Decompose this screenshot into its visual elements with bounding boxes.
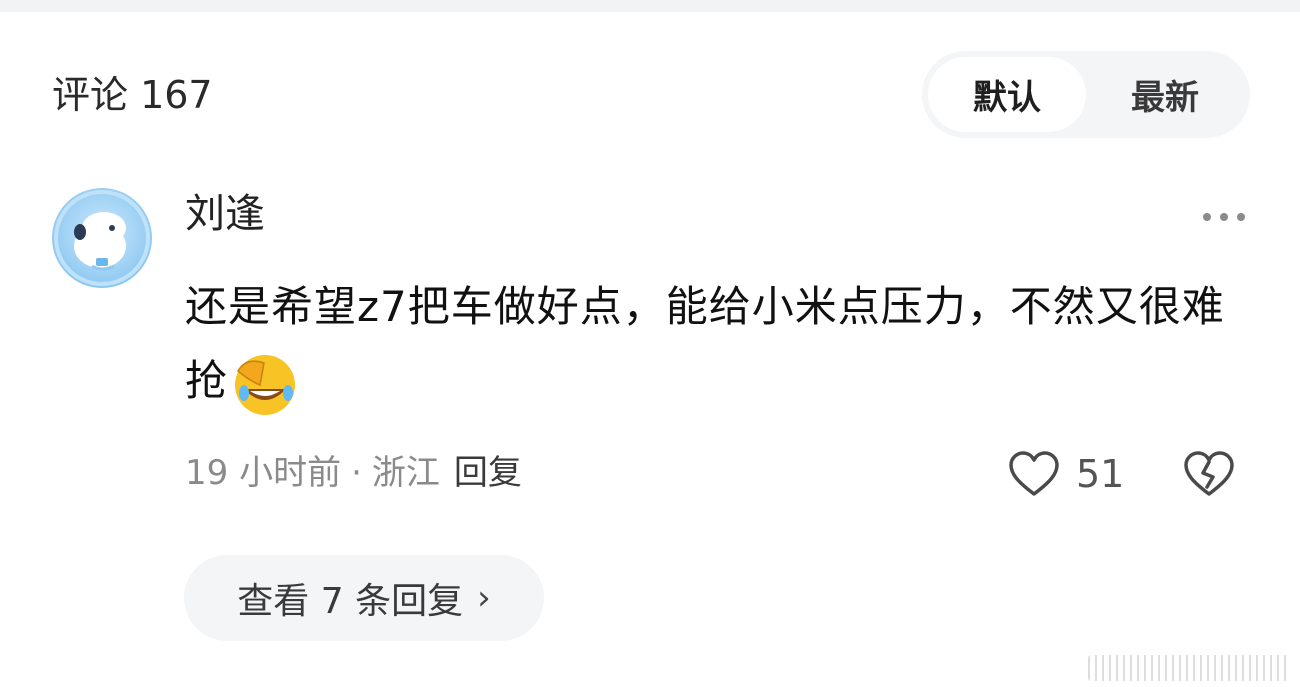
- avatar[interactable]: [52, 188, 152, 288]
- broken-heart-icon: [1184, 451, 1234, 496]
- top-divider-strip: [0, 0, 1300, 12]
- more-dots-icon[interactable]: [1203, 205, 1245, 229]
- meta-separator: ·: [351, 453, 362, 493]
- chevron-right-icon: ›: [477, 578, 491, 618]
- view-replies-button[interactable]: 查看 7 条回复 ›: [184, 555, 544, 641]
- view-replies-label: 查看 7 条回复: [237, 581, 464, 622]
- reply-button[interactable]: 回复: [454, 453, 522, 493]
- comments-count-title: 评论 167: [52, 73, 213, 117]
- comment-username[interactable]: 刘逢: [185, 188, 265, 240]
- comment-meta: 19 小时前 · 浙江 回复: [185, 450, 522, 496]
- comment-time: 19 小时前: [185, 453, 342, 493]
- sort-default-tab[interactable]: 默认: [928, 57, 1086, 132]
- watermark: [1088, 655, 1288, 681]
- comment-body: 还是希望z7把车做好点，能给小米点压力，不然又很难抢: [185, 270, 1255, 419]
- like-count: 51: [1076, 452, 1125, 496]
- dislike-button[interactable]: [1183, 449, 1235, 499]
- heart-outline-icon: [1009, 451, 1059, 496]
- sort-toggle: 默认 最新: [922, 51, 1250, 138]
- like-button[interactable]: 51: [1008, 447, 1124, 501]
- facepalm-laughing-emoji-icon: [230, 349, 300, 419]
- comment-text: 还是希望z7把车做好点，能给小米点压力，不然又很难抢: [185, 282, 1225, 405]
- comment-location: 浙江: [371, 453, 440, 493]
- astronaut-dog-avatar-icon: [54, 190, 150, 286]
- sort-latest-tab[interactable]: 最新: [1086, 57, 1244, 132]
